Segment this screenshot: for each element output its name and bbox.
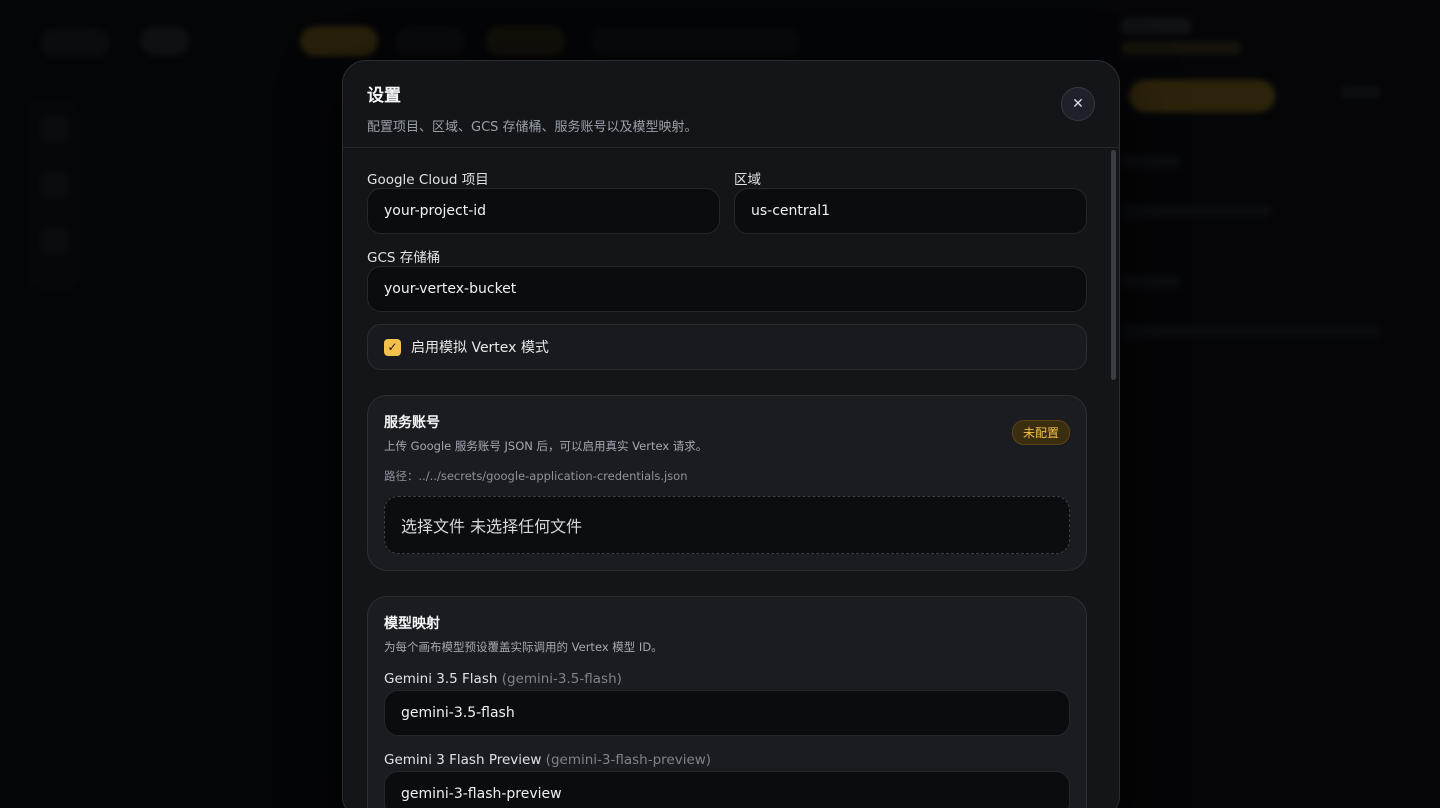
project-label: Google Cloud 项目: [367, 172, 489, 188]
modal-title: 设置: [367, 86, 401, 106]
mock-mode-checkbox[interactable]: ✓: [384, 338, 401, 356]
model-mapping-description: 为每个画布模型预设覆盖实际调用的 Vertex 模型 ID。: [384, 640, 663, 654]
region-label: 区域: [734, 172, 761, 188]
credentials-path: 路径：../../secrets/google-application-cred…: [384, 469, 688, 483]
model-mapping-title: 模型映射: [384, 616, 440, 632]
region-field-group: 区域 us-central1: [734, 168, 1087, 234]
model-mapping-item: Gemini 3.5 Flash (gemini-3.5-flash) gemi…: [384, 671, 1070, 736]
modal-body: Google Cloud 项目 your-project-id 区域 us-ce…: [343, 148, 1119, 808]
bucket-field-group: GCS 存储桶 your-vertex-bucket: [367, 246, 1087, 312]
mock-mode-label: 启用模拟 Vertex 模式: [411, 340, 549, 356]
project-input[interactable]: your-project-id: [367, 188, 720, 234]
close-button[interactable]: ✕: [1061, 87, 1095, 121]
close-icon: ✕: [1072, 96, 1084, 112]
service-account-title: 服务账号: [384, 415, 440, 431]
service-account-description: 上传 Google 服务账号 JSON 后，可以启用真实 Vertex 请求。: [384, 439, 708, 453]
bucket-label: GCS 存储桶: [367, 250, 441, 266]
model-name: Gemini 3.5 Flash: [384, 671, 498, 687]
region-input[interactable]: us-central1: [734, 188, 1087, 234]
modal-header: 设置 配置项目、区域、GCS 存储桶、服务账号以及模型映射。 ✕: [343, 61, 1119, 148]
service-account-card: 服务账号 上传 Google 服务账号 JSON 后，可以启用真实 Vertex…: [367, 395, 1087, 571]
project-region-row: Google Cloud 项目 your-project-id 区域 us-ce…: [367, 168, 1087, 246]
model-mapping-card: 模型映射 为每个画布模型预设覆盖实际调用的 Vertex 模型 ID。 Gemi…: [367, 596, 1087, 808]
modal-subtitle: 配置项目、区域、GCS 存储桶、服务账号以及模型映射。: [367, 120, 698, 135]
project-field-group: Google Cloud 项目 your-project-id: [367, 168, 720, 234]
bucket-input[interactable]: your-vertex-bucket: [367, 266, 1087, 312]
model-mapping-input[interactable]: gemini-3-flash-preview: [384, 771, 1070, 808]
model-name: Gemini 3 Flash Preview: [384, 752, 542, 768]
check-icon: ✓: [387, 340, 398, 354]
model-mapping-label: Gemini 3.5 Flash (gemini-3.5-flash): [384, 671, 1070, 687]
model-mapping-label: Gemini 3 Flash Preview (gemini-3-flash-p…: [384, 752, 1070, 768]
settings-modal: 设置 配置项目、区域、GCS 存储桶、服务账号以及模型映射。 ✕ Google …: [342, 60, 1120, 808]
model-id: (gemini-3.5-flash): [501, 671, 622, 687]
status-badge: 未配置: [1011, 420, 1070, 445]
model-mapping-item: Gemini 3 Flash Preview (gemini-3-flash-p…: [384, 752, 1070, 808]
model-mapping-input[interactable]: gemini-3.5-flash: [384, 690, 1070, 736]
credentials-file-input[interactable]: 选择文件 未选择任何文件: [384, 496, 1070, 554]
mock-mode-toggle[interactable]: ✓ 启用模拟 Vertex 模式: [367, 324, 1087, 370]
model-id: (gemini-3-flash-preview): [545, 752, 712, 768]
